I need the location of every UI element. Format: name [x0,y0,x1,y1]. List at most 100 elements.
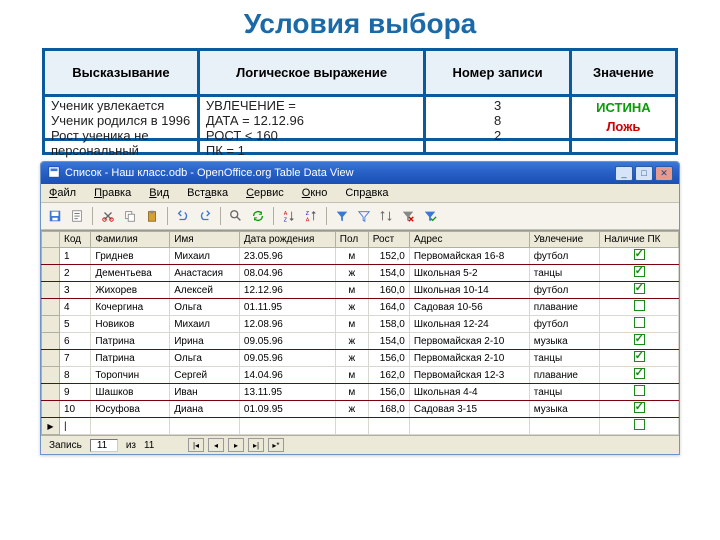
cell-surname[interactable]: Шашков [91,384,170,401]
table-row[interactable]: 5НовиковМихаил12.08.96м158,0Школьная 12-… [42,316,679,333]
row-selector-header[interactable] [42,232,60,248]
autofilter-icon[interactable] [332,206,352,226]
cell-id[interactable]: 3 [60,282,91,299]
cell-name[interactable]: Михаил [170,316,240,333]
cell-address[interactable]: Школьная 10-14 [409,282,529,299]
row-selector[interactable] [42,248,60,265]
cell-id[interactable]: 2 [60,265,91,282]
cell-pc[interactable] [600,333,679,350]
menu-view[interactable]: Вид [145,186,173,200]
checkbox-icon[interactable] [634,368,645,379]
cell-sex[interactable]: ж [335,333,368,350]
cell-pc[interactable] [600,384,679,401]
sort-icon[interactable] [376,206,396,226]
cell-address[interactable]: Первомайская 12-3 [409,367,529,384]
cell-id[interactable]: 7 [60,350,91,367]
cell-address[interactable]: Первомайская 2-10 [409,333,529,350]
menu-window[interactable]: Окно [298,186,332,200]
checkbox-icon[interactable] [634,385,645,396]
cell-sex[interactable]: м [335,367,368,384]
table-row[interactable]: 3ЖихоревАлексей12.12.96м160,0Школьная 10… [42,282,679,299]
cell-id[interactable]: | [60,418,91,435]
cell-address[interactable]: Школьная 4-4 [409,384,529,401]
cell-id[interactable]: 6 [60,333,91,350]
cell-name[interactable]: Ольга [170,350,240,367]
sort-asc-icon[interactable]: AZ [279,206,299,226]
refresh-icon[interactable] [248,206,268,226]
col-hobby[interactable]: Увлечение [529,232,599,248]
cell-id[interactable]: 9 [60,384,91,401]
menu-insert[interactable]: Вставка [183,186,232,200]
cell-hobby[interactable]: футбол [529,248,599,265]
table-row[interactable]: 2ДементьеваАнастасия08.04.96ж154,0Школьн… [42,265,679,282]
cell-birthdate[interactable]: 13.11.95 [239,384,335,401]
cell-name[interactable]: Сергей [170,367,240,384]
cell-hobby[interactable]: танцы [529,265,599,282]
sort-desc-icon[interactable]: ZA [301,206,321,226]
checkbox-icon[interactable] [634,249,645,260]
cell-hobby[interactable]: футбол [529,282,599,299]
cell-pc[interactable] [600,367,679,384]
row-selector[interactable] [42,350,60,367]
undo-icon[interactable] [173,206,193,226]
cell-pc[interactable] [600,265,679,282]
cell-height[interactable]: 154,0 [368,265,409,282]
row-selector[interactable] [42,401,60,418]
col-birthdate[interactable]: Дата рождения [239,232,335,248]
save-icon[interactable] [45,206,65,226]
cut-icon[interactable] [98,206,118,226]
cell-surname[interactable]: Торопчин [91,367,170,384]
nav-current-record[interactable]: 11 [90,439,118,452]
row-selector[interactable] [42,333,60,350]
minimize-button[interactable]: _ [615,166,633,181]
redo-icon[interactable] [195,206,215,226]
cell-name[interactable]: Ирина [170,333,240,350]
col-surname[interactable]: Фамилия [91,232,170,248]
cell-sex[interactable]: ж [335,299,368,316]
table-row[interactable]: 9ШашковИван13.11.95м156,0Школьная 4-4тан… [42,384,679,401]
cell-name[interactable]: Ольга [170,299,240,316]
cell-pc[interactable] [600,401,679,418]
cell-sex[interactable]: м [335,248,368,265]
cell-height[interactable]: 158,0 [368,316,409,333]
cell-name[interactable]: Алексей [170,282,240,299]
cell-height[interactable]: 168,0 [368,401,409,418]
table-row[interactable]: 7ПатринаОльга09.05.96ж156,0Первомайская … [42,350,679,367]
cell-pc[interactable] [600,248,679,265]
cell-address[interactable]: Первомайская 2-10 [409,350,529,367]
cell-hobby[interactable]: танцы [529,350,599,367]
cell-height[interactable]: 164,0 [368,299,409,316]
menu-file[interactable]: Файл [45,186,80,200]
maximize-button[interactable]: □ [635,166,653,181]
col-name[interactable]: Имя [170,232,240,248]
cell-pc[interactable] [600,299,679,316]
cell-surname[interactable]: Патрина [91,333,170,350]
cell-name[interactable]: Анастасия [170,265,240,282]
cell-name[interactable]: Иван [170,384,240,401]
nav-first-icon[interactable]: |◂ [188,438,204,452]
checkbox-icon[interactable] [634,317,645,328]
cell-address[interactable]: Садовая 10-56 [409,299,529,316]
cell-surname[interactable]: Жихорев [91,282,170,299]
menu-tools[interactable]: Сервис [242,186,288,200]
checkbox-icon[interactable] [634,351,645,362]
nav-last-icon[interactable]: ▸| [248,438,264,452]
cell-sex[interactable]: м [335,384,368,401]
col-height[interactable]: Рост [368,232,409,248]
cell-id[interactable]: 1 [60,248,91,265]
cell-birthdate[interactable]: 09.05.96 [239,350,335,367]
cell-id[interactable]: 10 [60,401,91,418]
menu-edit[interactable]: Правка [90,186,135,200]
checkbox-icon[interactable] [634,283,645,294]
remove-filter-icon[interactable] [398,206,418,226]
cell-hobby[interactable]: танцы [529,384,599,401]
cell-height[interactable]: 152,0 [368,248,409,265]
row-selector[interactable] [42,265,60,282]
cell-sex[interactable]: ж [335,401,368,418]
table-row[interactable]: 10ЮсуфоваДиана01.09.95ж168,0Садовая 3-15… [42,401,679,418]
cell-address[interactable]: Садовая 3-15 [409,401,529,418]
apply-filter-icon[interactable] [420,206,440,226]
cell-name[interactable]: Диана [170,401,240,418]
cell-hobby[interactable]: плавание [529,299,599,316]
cell-surname[interactable]: Патрина [91,350,170,367]
